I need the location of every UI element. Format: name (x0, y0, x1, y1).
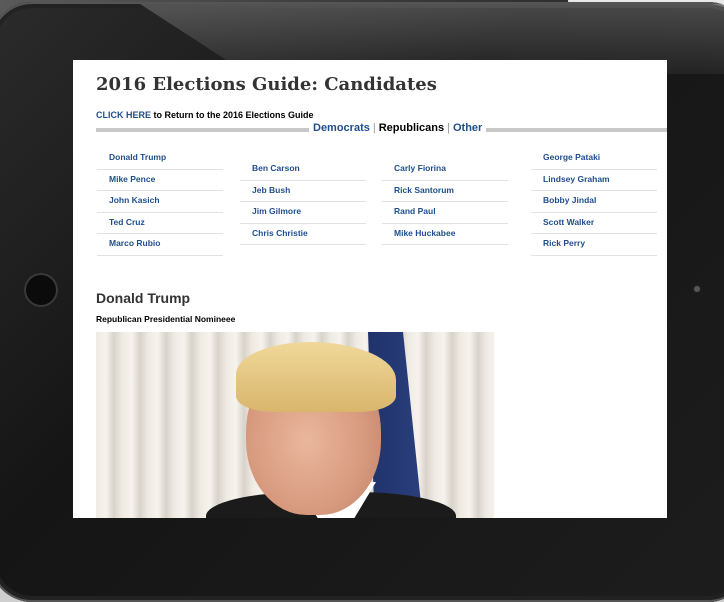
tablet-screen: 2016 Elections Guide: Candidates CLICK H… (73, 60, 667, 518)
candidate-column-4: George Pataki Lindsey Graham Bobby Jinda… (531, 148, 657, 256)
candidate-link[interactable]: Donald Trump (97, 148, 223, 170)
profile-subtitle: Republican Presidential Nomineee (96, 314, 236, 324)
candidate-link[interactable]: Chris Christie (240, 224, 366, 245)
tab-democrats[interactable]: Democrats (313, 122, 370, 134)
candidate-link[interactable]: Mike Huckabee (382, 224, 508, 245)
party-tabs: Democrats | Republicans | Other (309, 122, 487, 134)
candidate-link[interactable]: Marco Rubio (97, 234, 223, 256)
candidate-column-3: Carly Fiorina Rick Santorum Rand Paul Mi… (382, 159, 508, 245)
home-button-icon[interactable] (24, 273, 58, 307)
candidate-link[interactable]: Ben Carson (240, 159, 366, 181)
candidate-link[interactable]: Bobby Jindal (531, 191, 657, 213)
page-title: 2016 Elections Guide: Candidates (96, 74, 437, 95)
candidate-link[interactable]: Jim Gilmore (240, 202, 366, 224)
back-line: CLICK HERE to Return to the 2016 Electio… (96, 110, 314, 120)
candidate-photo (96, 332, 494, 518)
candidate-link[interactable]: Rick Perry (531, 234, 657, 256)
candidate-link[interactable]: John Kasich (97, 191, 223, 213)
tab-separator: | (372, 122, 376, 134)
candidate-link[interactable]: Rick Santorum (382, 181, 508, 202)
candidate-link[interactable]: George Pataki (531, 148, 657, 170)
camera-icon (694, 286, 700, 292)
candidate-column-1: Donald Trump Mike Pence John Kasich Ted … (97, 148, 223, 256)
candidate-link[interactable]: Scott Walker (531, 213, 657, 234)
back-text: to Return to the 2016 Elections Guide (151, 110, 314, 120)
candidate-link[interactable]: Mike Pence (97, 170, 223, 191)
tab-other[interactable]: Other (453, 122, 482, 134)
candidate-link[interactable]: Ted Cruz (97, 213, 223, 234)
tab-separator: | (447, 122, 450, 134)
candidate-link[interactable]: Jeb Bush (240, 181, 366, 202)
tab-republicans[interactable]: Republicans (379, 122, 444, 134)
back-link[interactable]: CLICK HERE (96, 110, 151, 120)
candidate-column-2: Ben Carson Jeb Bush Jim Gilmore Chris Ch… (240, 159, 366, 245)
candidate-link[interactable]: Rand Paul (382, 202, 508, 224)
candidate-link[interactable]: Carly Fiorina (382, 159, 508, 181)
profile-name: Donald Trump (96, 290, 191, 306)
candidate-link[interactable]: Lindsey Graham (531, 170, 657, 191)
